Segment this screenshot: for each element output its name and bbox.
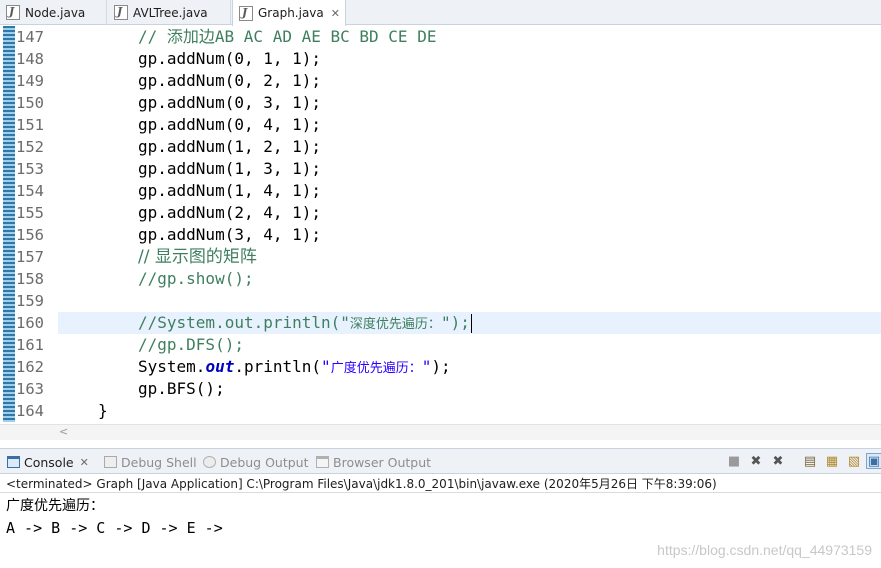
console-launch-status: <terminated> Graph [Java Application] C:… [0,475,881,493]
code-token: .println( [234,357,322,376]
line-number: 157 [16,248,44,266]
code-line: gp.addNum(0, 1, 1); [138,49,322,68]
bug-icon [203,456,216,468]
horizontal-scrollbar[interactable]: < [0,424,881,440]
code-line: gp.addNum(0, 3, 1); [138,93,322,112]
code-string-quote: " [421,357,432,376]
code-token: System. [138,357,206,376]
terminate-icon[interactable]: ■ [726,453,742,469]
console-icon [7,456,20,468]
console-output[interactable]: 广度优先遍历： A -> B -> C -> D -> E -> https:/… [0,494,881,568]
word-wrap-icon[interactable]: ▧ [846,453,862,469]
pin-console-icon[interactable]: ▣ [866,453,881,469]
line-number: 154 [16,182,44,200]
line-number: 164 [16,402,44,420]
code-line: System.out.println("广度优先遍历："); [58,356,881,378]
console-output-line: 广度优先遍历： [6,498,104,514]
line-number: 161 [16,336,44,354]
code-comment: //gp.DFS(); [138,335,244,354]
line-number: 151 [16,116,44,134]
code-line: //gp.DFS(); [58,334,881,356]
code-string-quote: " [321,357,331,376]
code-line: } [98,401,108,420]
line-number: 160 [16,314,44,332]
tab-graph-java[interactable]: Graph.java ✕ [232,0,346,26]
code-line: gp.addNum(1, 4, 1); [138,181,322,200]
tab-label: Graph.java [258,6,324,20]
line-number: 147 [16,28,44,46]
clear-console-icon[interactable]: ▤ [802,453,818,469]
code-line: gp.addNum(0, 4, 1); [138,115,322,134]
text-caret [470,314,472,333]
editor-tab-bar: Node.java AVLTree.java Graph.java ✕ [0,0,881,26]
code-comment: //System.out.println(" [138,313,350,332]
code-line: //gp.show(); [58,268,881,290]
code-static-field: out [205,357,235,376]
tab-label: AVLTree.java [133,5,208,20]
code-line: gp.addNum(3, 4, 1); [138,225,322,244]
tab-node-java[interactable]: Node.java [0,0,107,25]
tab-browser-output[interactable]: Browser Output [316,449,431,475]
code-line: gp.addNum(1, 3, 1); [138,159,322,178]
code-line: gp.addNum(0, 2, 1); [138,71,322,90]
code-token: ); [431,357,451,376]
line-number: 148 [16,50,44,68]
code-line: gp.BFS(); [138,379,225,398]
line-number: 162 [16,358,44,376]
line-number: 149 [16,72,44,90]
console-output-line: A -> B -> C -> D -> E -> [6,519,223,537]
code-line: gp.addNum(2, 4, 1); [138,203,322,222]
line-number: 155 [16,204,44,222]
tab-console[interactable]: Console ✕ [7,449,89,475]
remove-launch-icon[interactable]: ✖ [748,453,764,469]
line-number: 150 [16,94,44,112]
tab-debug-output[interactable]: Debug Output [203,449,309,475]
code-comment-cjk: 深度优先遍历： [349,317,441,332]
close-icon[interactable]: ✕ [331,7,340,20]
line-number: 153 [16,160,44,178]
java-file-icon [114,5,128,20]
code-comment: //gp.show(); [138,269,254,288]
line-number: 159 [16,292,44,310]
java-file-icon [239,5,253,21]
code-area[interactable]: // 添加边AB AC AD AE BC BD CE DE gp.addNum(… [58,26,881,422]
scroll-left-arrow[interactable]: < [59,425,68,438]
code-line: // 添加边AB AC AD AE BC BD CE DE [58,26,881,48]
debug-shell-icon [104,456,117,468]
line-number: 158 [16,270,44,288]
tab-label: Node.java [25,5,86,20]
tab-debug-shell[interactable]: Debug Shell [104,449,197,475]
tab-label: Browser Output [333,454,432,470]
close-icon[interactable]: ✕ [80,456,89,469]
tab-label: Debug Shell [121,454,197,470]
code-line: gp.addNum(1, 2, 1); [138,137,322,156]
tab-label: Debug Output [220,454,309,470]
java-file-icon [6,5,20,20]
code-comment: // 显示图的矩阵 [138,247,257,267]
console-view-tabs: Console ✕ Debug Shell Debug Output Brows… [0,448,881,474]
line-number: 152 [16,138,44,156]
code-comment: // 添加边AB AC AD AE BC BD CE DE [138,27,437,46]
scroll-lock-icon[interactable]: ▦ [824,453,840,469]
watermark: https://blog.csdn.net/qq_44973159 [657,542,872,558]
tab-label: Console [24,454,74,470]
code-string: 广度优先遍历： [330,361,422,376]
code-comment: "); [440,313,470,332]
code-editor[interactable]: 147 148 149 150 151 152 153 154 155 156 … [0,26,881,440]
line-number: 163 [16,380,44,398]
tab-avltree-java[interactable]: AVLTree.java [108,0,231,25]
code-line-current: //System.out.println("深度优先遍历："); [58,312,881,334]
remove-all-launches-icon[interactable]: ✖ [770,453,786,469]
line-number-gutter: 147 148 149 150 151 152 153 154 155 156 … [16,26,56,422]
code-line: // 显示图的矩阵 [58,246,881,268]
line-number: 156 [16,226,44,244]
change-annotation-bar [3,26,15,422]
browser-icon [316,456,329,468]
